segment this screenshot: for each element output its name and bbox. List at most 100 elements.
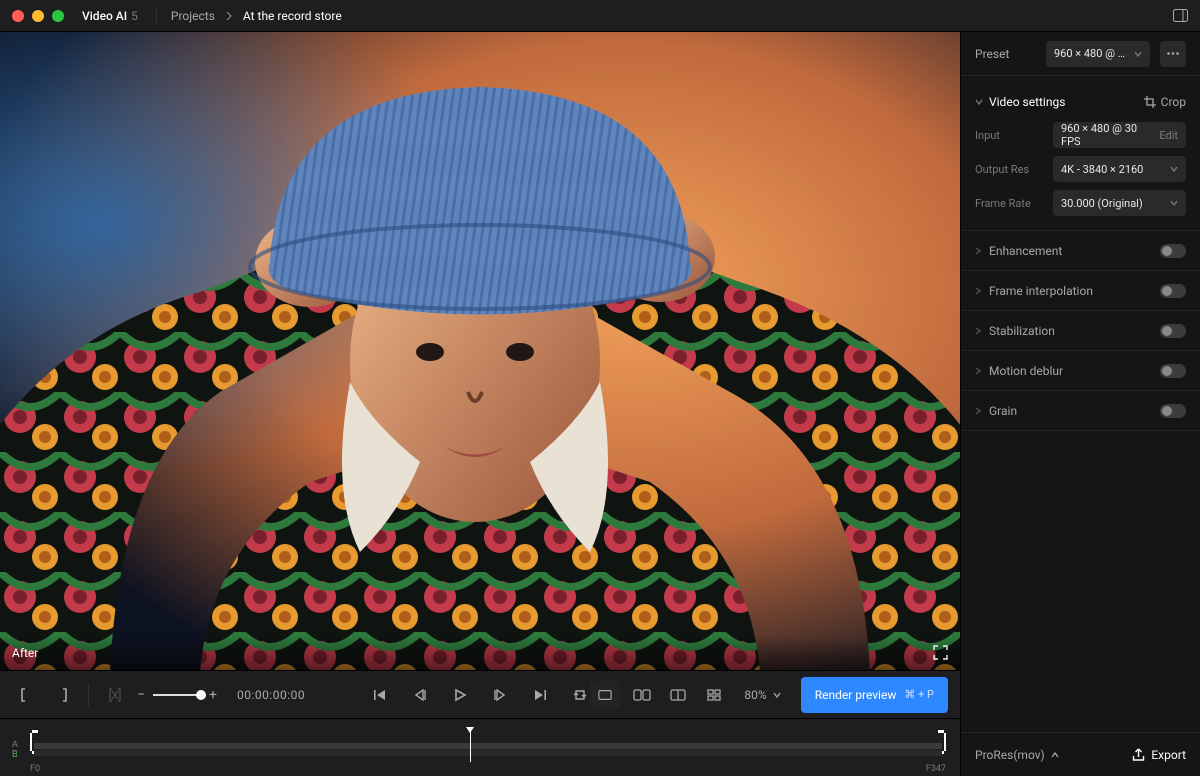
chevron-right-icon [975,367,981,375]
frame-interpolation-toggle[interactable] [1160,284,1186,298]
panel-motion-deblur[interactable]: Motion deblur [961,351,1200,391]
title-bar: Video AI 5 Projects At the record store [0,0,1200,32]
crop-label: Crop [1161,95,1186,109]
chevron-right-icon [975,247,981,255]
chevron-right-icon [975,287,981,295]
input-value: 960 × 480 @ 30 FPS [1061,122,1151,148]
compare-label: After [12,646,38,660]
panel-stabilization[interactable]: Stabilization [961,311,1200,351]
output-res-value: 4K - 3840 × 2160 [1061,163,1143,176]
enhancement-toggle[interactable] [1160,244,1186,258]
maximize-window-button[interactable] [52,10,64,22]
preset-row: Preset 960 × 480 @ 30 F... [961,32,1200,76]
frame-rate-select[interactable]: 30.000 (Original) [1053,190,1186,216]
zoom-percent-dropdown[interactable]: 80% [736,681,788,709]
input-row: Input 960 × 480 @ 30 FPS Edit [975,118,1186,152]
stabilization-toggle[interactable] [1160,324,1186,338]
panel-label: Grain [989,404,1017,418]
panel-frame-interpolation[interactable]: Frame interpolation [961,271,1200,311]
window-controls [12,10,64,22]
playhead[interactable] [470,729,471,762]
viewer: After − + 00:00:00:00 [0,32,960,776]
zoom-slider[interactable]: − + [137,687,217,703]
toggle-sidebar-button[interactable] [1173,9,1188,22]
view-single-button[interactable] [590,681,620,709]
codec-label: ProRes(mov) [975,748,1045,762]
frame-end-label: F347 [926,764,946,774]
breadcrumb-root[interactable]: Projects [171,9,215,23]
video-settings-label: Video settings [989,95,1065,109]
motion-deblur-toggle[interactable] [1160,364,1186,378]
view-grid-button[interactable] [700,681,728,709]
input-edit-button[interactable]: Edit [1159,129,1178,142]
mark-out-button[interactable] [48,681,76,709]
preset-label: Preset [975,47,1009,61]
output-res-select[interactable]: 4K - 3840 × 2160 [1053,156,1186,182]
frame-rate-label: Frame Rate [975,197,1043,210]
render-preview-shortcut: ⌘ + P [904,688,934,701]
output-res-row: Output Res 4K - 3840 × 2160 [975,152,1186,186]
timeline[interactable]: A B F0 F347 [0,718,960,776]
close-window-button[interactable] [12,10,24,22]
panel-enhancement[interactable]: Enhancement [961,231,1200,271]
clear-marks-button[interactable] [101,681,129,709]
track-labels: A B [12,741,18,760]
frame-rate-row: Frame Rate 30.000 (Original) [975,186,1186,220]
timeline-track-a[interactable] [34,743,942,749]
render-preview-button[interactable]: Render preview ⌘ + P [801,677,948,713]
loop-button[interactable] [566,681,594,709]
timecode[interactable]: 00:00:00:00 [237,688,305,702]
breadcrumb-leaf[interactable]: At the record store [243,9,342,23]
panel-label: Enhancement [989,244,1062,258]
grain-toggle[interactable] [1160,404,1186,418]
preset-value: 960 × 480 @ 30 F... [1054,47,1128,60]
chevron-down-icon [975,98,983,106]
step-forward-button[interactable] [486,681,514,709]
video-frame [0,32,960,670]
zoom-percent-label: 80% [744,688,766,702]
step-back-button[interactable] [406,681,434,709]
preset-select[interactable]: 960 × 480 @ 30 F... [1046,41,1150,67]
panel-label: Frame interpolation [989,284,1093,298]
video-settings-section: Video settings Crop Input 960 × 480 @ 30… [961,76,1200,224]
chevron-right-icon [975,327,981,335]
chevron-down-icon [1134,50,1142,58]
input-value-pill: 960 × 480 @ 30 FPS Edit [1053,122,1186,148]
preview-area[interactable]: After [0,32,960,670]
minimize-window-button[interactable] [32,10,44,22]
crop-button[interactable]: Crop [1144,95,1186,109]
view-split-button[interactable] [628,681,656,709]
preset-more-button[interactable] [1160,41,1186,67]
sidebar-footer: ProRes(mov) Export [961,732,1200,776]
video-settings-header[interactable]: Video settings [975,95,1065,109]
app-version: 5 [131,9,138,23]
panel-label: Motion deblur [989,364,1063,378]
divider [88,684,89,706]
app-name: Video AI [82,9,127,23]
export-icon [1132,748,1145,761]
go-to-start-button[interactable] [366,681,394,709]
go-to-end-button[interactable] [526,681,554,709]
effect-panels: Enhancement Frame interpolation Stabiliz… [961,230,1200,431]
breadcrumb: Projects At the record store [156,9,342,23]
panel-grain[interactable]: Grain [961,391,1200,431]
export-button[interactable]: Export [1132,748,1186,762]
zoom-in-button[interactable]: + [209,687,217,703]
track-b-label: B [12,751,18,760]
timeline-track-b[interactable] [34,750,942,756]
input-label: Input [975,129,1043,142]
frame-start-label: F0 [30,764,40,774]
output-res-label: Output Res [975,163,1043,176]
chevron-right-icon [975,407,981,415]
settings-sidebar: Preset 960 × 480 @ 30 F... Video setting… [960,32,1200,776]
fullscreen-button[interactable] [933,645,948,660]
export-label: Export [1151,748,1186,762]
view-sidebyside-button[interactable] [664,681,692,709]
chevron-down-icon [1170,199,1178,207]
codec-select[interactable]: ProRes(mov) [975,748,1059,762]
play-button[interactable] [446,681,474,709]
zoom-out-button[interactable]: − [137,687,145,703]
mark-in-button[interactable] [12,681,40,709]
panel-label: Stabilization [989,324,1055,338]
chevron-right-icon [225,12,233,20]
